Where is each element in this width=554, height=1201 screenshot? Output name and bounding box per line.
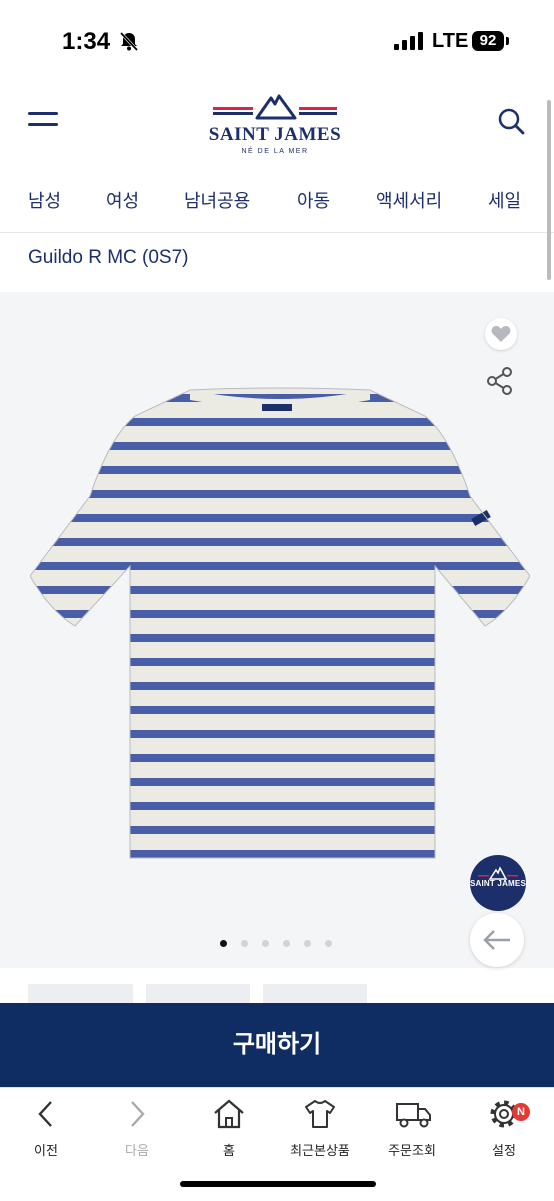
chevron-right-icon	[131, 1101, 145, 1127]
product-image[interactable]	[30, 386, 530, 866]
nav-item-sale[interactable]: 세일	[488, 187, 521, 213]
status-bar: 1:34 LTE 92	[0, 0, 554, 80]
slide-dot[interactable]	[325, 940, 332, 947]
hamburger-icon[interactable]	[28, 110, 58, 130]
chevron-left-icon	[38, 1101, 52, 1127]
brand-logo[interactable]: SAINT JAMES NÉ DE LA MER	[205, 86, 345, 162]
bell-muted-icon	[119, 31, 139, 52]
thumbnail[interactable]	[146, 984, 250, 1004]
nav-label: 설정	[492, 1143, 516, 1158]
truck-icon	[396, 1103, 431, 1128]
home-icon	[214, 1099, 244, 1129]
product-breadcrumb: Guildo R MC (0S7)	[28, 247, 189, 268]
slide-dot[interactable]	[241, 940, 248, 947]
slide-dot[interactable]	[262, 940, 269, 947]
network-label: LTE	[432, 30, 469, 52]
battery-tip	[506, 37, 509, 45]
battery-icon: 92	[472, 31, 504, 51]
slide-dot[interactable]	[283, 940, 290, 947]
mountain-logo-icon	[213, 94, 337, 120]
nav-label: 주문조회	[388, 1143, 436, 1158]
arrow-left-icon	[483, 930, 510, 950]
brand-tagline: NÉ DE LA MER	[241, 148, 309, 155]
status-time: 1:34	[62, 28, 111, 55]
nav-item-men[interactable]: 남성	[28, 187, 61, 213]
nav-label: 다음	[125, 1143, 149, 1158]
nav-item-kids[interactable]: 아동	[297, 187, 330, 213]
thumbnail[interactable]	[28, 984, 133, 1004]
nav-label: 이전	[34, 1143, 58, 1158]
brand-name: SAINT JAMES	[208, 124, 342, 145]
signal-icon	[394, 32, 423, 50]
nav-label: 최근본상품	[290, 1143, 350, 1158]
notification-badge: N	[512, 1103, 530, 1121]
scrollbar[interactable]	[547, 100, 551, 280]
site-header: SAINT JAMES NÉ DE LA MER	[0, 80, 554, 167]
back-to-top-button[interactable]	[470, 913, 524, 967]
category-nav: 남성 여성 남녀공용 아동 액세서리 세일	[0, 166, 554, 233]
home-indicator[interactable]	[180, 1181, 376, 1187]
nav-label: 홈	[223, 1143, 235, 1158]
search-icon[interactable]	[497, 107, 525, 135]
nav-item-accessories[interactable]: 액세서리	[376, 187, 442, 213]
slide-dot[interactable]	[304, 940, 311, 947]
thumbnail[interactable]	[263, 984, 367, 1004]
slide-dot-active[interactable]	[220, 940, 227, 947]
tshirt-icon	[305, 1100, 335, 1128]
brand-badge-text: SAINT JAMES	[470, 879, 526, 888]
wishlist-button[interactable]	[485, 318, 517, 350]
brand-badge[interactable]: SAINT JAMES	[470, 855, 526, 911]
nav-item-women[interactable]: 여성	[106, 187, 139, 213]
nav-item-unisex[interactable]: 남녀공용	[184, 187, 250, 213]
heart-icon	[491, 326, 511, 342]
buy-button[interactable]: 구매하기	[0, 1003, 554, 1087]
